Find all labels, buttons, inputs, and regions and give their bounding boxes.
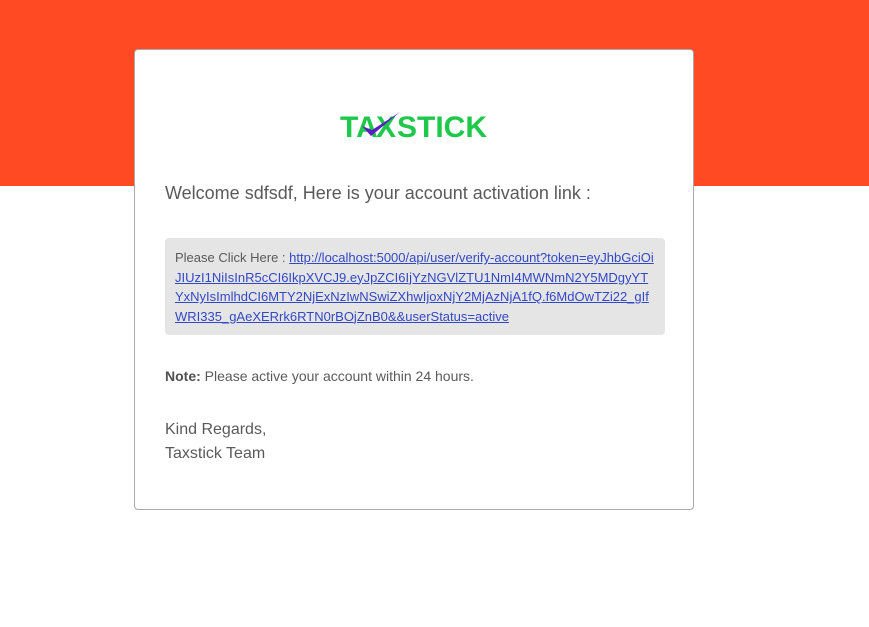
email-card: TA X STICK Welcome sdfsdf, Here is your … (134, 49, 694, 510)
activation-link-box: Please Click Here : http://localhost:500… (165, 238, 665, 335)
regards-line: Kind Regards, (165, 421, 267, 438)
logo-text-right: STICK (397, 111, 487, 142)
taxstick-logo-icon: TA X STICK (340, 111, 487, 142)
note: Note: Please active your account within … (165, 368, 474, 384)
note-text: Please active your account within 24 hou… (200, 368, 474, 384)
team-name: Taxstick Team (165, 445, 266, 462)
taxstick-logo: TA X STICK (135, 108, 693, 142)
logo-text-left: TA (340, 111, 378, 142)
note-label: Note: (165, 368, 201, 384)
signature: Kind Regards, Taxstick Team (165, 418, 266, 466)
link-prefix: Please Click Here : (175, 250, 290, 265)
welcome-message: Welcome sdfsdf, Here is your account act… (165, 183, 591, 203)
email-page: TA X STICK Welcome sdfsdf, Here is your … (0, 0, 869, 627)
